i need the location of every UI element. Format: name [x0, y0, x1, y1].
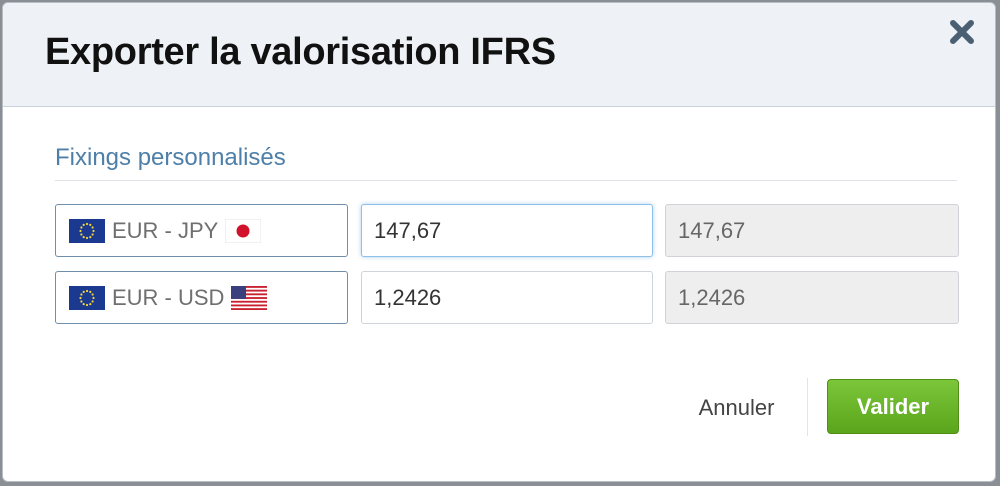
currency-pair-label: EUR - JPY	[112, 217, 219, 243]
eu-flag-icon	[69, 218, 105, 243]
japan-flag-icon	[225, 218, 262, 243]
eur-jpy-fixing-input[interactable]	[361, 204, 653, 257]
close-button[interactable]	[947, 17, 977, 47]
section-title: Fixings personnalisés	[55, 144, 286, 171]
currency-pair-eur-jpy: EUR - JPY	[55, 204, 348, 257]
eur-usd-reference-value	[665, 271, 959, 324]
dialog-title: Exporter la valorisation IFRS	[45, 31, 556, 73]
dialog-header: Exporter la valorisation IFRS	[3, 3, 995, 107]
export-ifrs-dialog: Exporter la valorisation IFRS Fixings pe…	[2, 2, 996, 482]
validate-button[interactable]: Valider	[827, 379, 959, 434]
cancel-button[interactable]: Annuler	[679, 383, 794, 433]
close-icon	[950, 20, 974, 44]
eu-flag-icon	[69, 285, 105, 310]
button-divider	[807, 378, 808, 436]
currency-pair-eur-usd: EUR - USD	[55, 271, 348, 324]
eur-jpy-reference-value	[665, 204, 959, 257]
us-flag-icon	[231, 285, 268, 310]
currency-pair-label: EUR - USD	[112, 284, 225, 310]
eur-usd-fixing-input[interactable]	[361, 271, 653, 324]
section-divider	[55, 180, 957, 181]
